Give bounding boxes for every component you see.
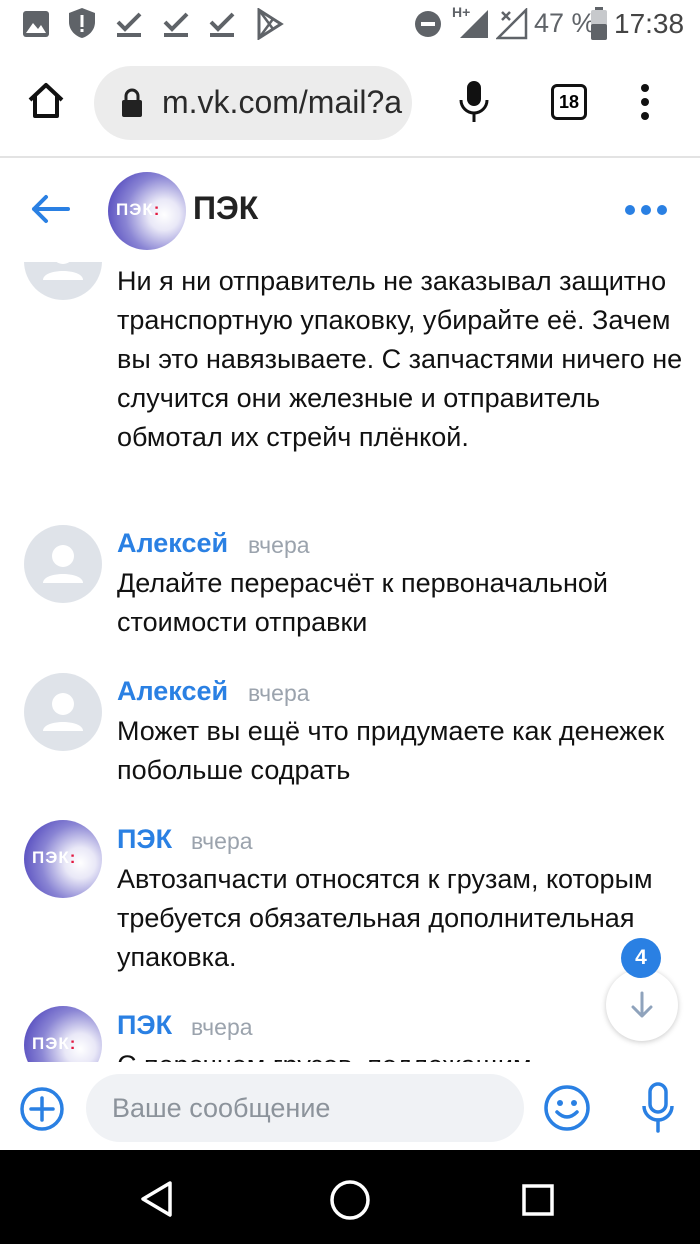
play-store-icon	[257, 8, 284, 40]
battery-icon	[591, 7, 607, 40]
avatar[interactable]	[24, 673, 102, 751]
message-text: Ни я ни отправитель не заказывал защитно…	[117, 266, 683, 452]
gallery-icon	[23, 11, 49, 37]
avatar[interactable]: ПЭК:	[24, 1006, 102, 1062]
download-done-icon	[116, 12, 142, 37]
status-bar: H+ 47 % 17:38	[0, 0, 700, 48]
home-icon[interactable]	[26, 80, 66, 120]
shield-icon	[69, 8, 95, 38]
message-text: Может вы ещё что придумаете как денежек …	[117, 716, 665, 785]
pek-logo: ПЭК:	[116, 200, 161, 219]
message-text: Автозапчасти относятся к грузам, которым…	[117, 864, 653, 972]
arrow-down-icon	[631, 991, 653, 1018]
scroll-down-button[interactable]	[606, 969, 678, 1041]
clock: 17:38	[614, 8, 685, 39]
message-text: С перечнем грузов, подлежащим	[117, 1046, 687, 1062]
system-navigation-bar	[0, 1150, 700, 1244]
lock-icon	[122, 88, 142, 117]
message-author[interactable]: Алексей	[117, 528, 228, 559]
signal-icon	[460, 10, 488, 38]
chat-header: ПЭК: ПЭК	[0, 158, 700, 262]
message-input[interactable]	[112, 1074, 502, 1142]
battery-percent: 47 %	[534, 8, 596, 38]
url-text: m.vk.com/mail?a	[162, 84, 403, 120]
pek-logo: ПЭК:	[32, 848, 77, 867]
no-signal-icon	[496, 8, 528, 40]
chat-avatar[interactable]: ПЭК:	[108, 172, 186, 250]
address-bar[interactable]: m.vk.com/mail?a	[94, 66, 412, 140]
user-placeholder-icon	[43, 545, 83, 583]
tabs-icon[interactable]: 18	[551, 84, 587, 120]
mic-icon[interactable]	[641, 1082, 675, 1134]
add-icon[interactable]	[19, 1086, 65, 1132]
message-list[interactable]: Ни я ни отправитель не заказывал защитно…	[0, 262, 700, 1062]
message-time: вчера	[248, 680, 310, 706]
more-vertical-icon[interactable]	[638, 82, 652, 122]
pek-logo: ПЭК:	[32, 1034, 77, 1053]
avatar[interactable]: ПЭК:	[24, 820, 102, 898]
message-text: Делайте перерасчёт к первоначальной стои…	[117, 568, 608, 637]
mic-icon[interactable]	[458, 80, 490, 124]
message-author[interactable]: Алексей	[117, 676, 228, 707]
message-time: вчера	[248, 532, 310, 558]
back-arrow-icon[interactable]	[30, 194, 70, 224]
browser-toolbar: m.vk.com/mail?a 18	[0, 48, 700, 158]
message-input-container[interactable]	[86, 1074, 524, 1142]
user-placeholder-icon	[43, 262, 83, 280]
download-done-icon	[209, 12, 235, 37]
message-composer	[0, 1064, 700, 1150]
message-time: вчера	[191, 828, 253, 854]
message-author[interactable]: ПЭК	[117, 824, 172, 855]
chat-title[interactable]: ПЭК	[193, 190, 258, 227]
download-done-icon	[163, 12, 189, 37]
more-horizontal-icon[interactable]	[624, 204, 668, 216]
avatar[interactable]	[24, 525, 102, 603]
message-time: вчера	[191, 1014, 253, 1040]
message-author[interactable]: ПЭК	[117, 1010, 172, 1041]
unread-count-badge[interactable]: 4	[621, 938, 661, 978]
home-circle-icon[interactable]	[328, 1178, 372, 1222]
emoji-icon[interactable]	[543, 1084, 591, 1132]
recents-square-icon[interactable]	[521, 1183, 555, 1217]
avatar[interactable]	[24, 262, 102, 300]
do-not-disturb-icon	[415, 11, 441, 37]
back-triangle-icon[interactable]	[138, 1180, 174, 1218]
user-placeholder-icon	[43, 693, 83, 731]
